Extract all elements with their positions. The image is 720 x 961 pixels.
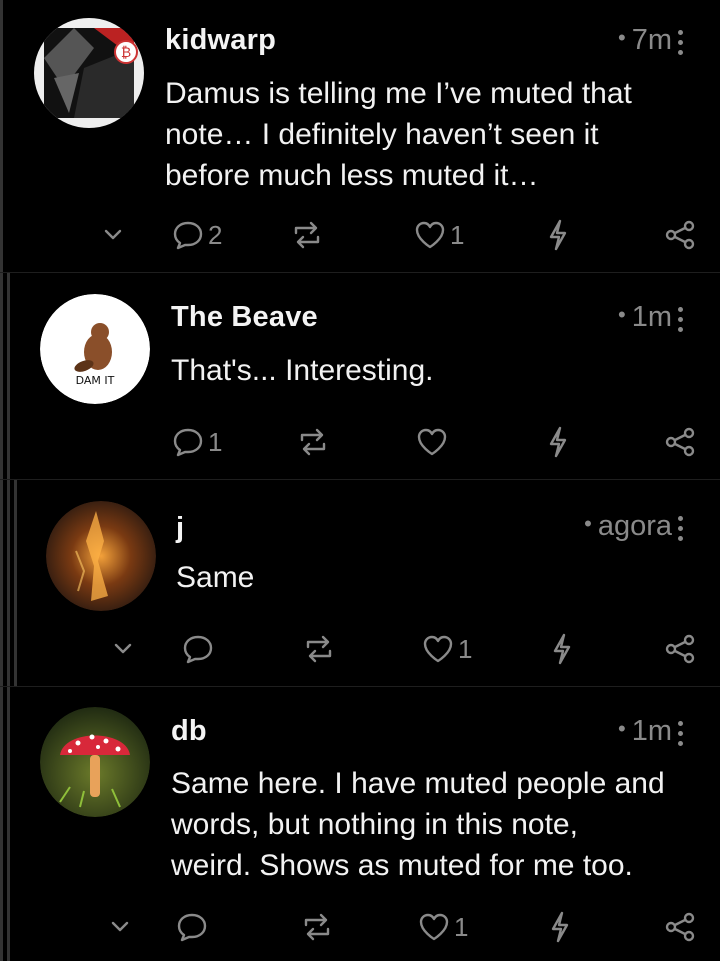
expand-chevron-icon[interactable] xyxy=(113,627,133,671)
content-line: words, but nothing in this note, xyxy=(171,808,578,841)
more-options-icon[interactable] xyxy=(678,30,684,58)
note-content: Same here. I have muted people and words… xyxy=(171,763,701,886)
heart-icon xyxy=(423,635,453,663)
reply-icon xyxy=(173,221,203,250)
share-icon xyxy=(665,220,695,250)
note-j[interactable]: j • agora Same 1 xyxy=(0,480,720,687)
share-icon xyxy=(665,634,695,664)
reply-button[interactable] xyxy=(182,627,218,671)
note-content: Same xyxy=(176,557,706,598)
abstract-avatar-with-bitcoin-badge-icon: ₿ xyxy=(34,18,144,128)
share-icon xyxy=(665,427,695,457)
reply-button[interactable] xyxy=(176,905,212,949)
author-name[interactable]: kidwarp xyxy=(165,24,276,57)
avatar[interactable]: DAM IT xyxy=(40,294,150,404)
action-bar: 1 xyxy=(0,905,720,949)
zap-icon xyxy=(553,633,571,665)
expand-chevron-icon[interactable] xyxy=(110,905,130,949)
more-options-icon[interactable] xyxy=(678,516,684,544)
expand-chevron-icon[interactable] xyxy=(103,213,123,257)
reply-count: 1 xyxy=(208,426,223,457)
zap-icon xyxy=(549,426,567,458)
more-options-icon[interactable] xyxy=(678,721,684,749)
author-name[interactable]: j xyxy=(176,512,184,545)
repost-icon xyxy=(304,913,330,941)
note-the-beave[interactable]: DAM IT The Beave • 1m That's... Interesti… xyxy=(0,273,720,480)
zap-button[interactable] xyxy=(548,905,572,949)
action-bar: 1 xyxy=(0,420,720,464)
author-name[interactable]: The Beave xyxy=(171,301,318,334)
reply-icon xyxy=(177,913,207,942)
action-bar: 1 xyxy=(0,627,720,671)
repost-button[interactable] xyxy=(302,627,336,671)
like-button[interactable]: 1 xyxy=(414,213,464,257)
time-label: 1m xyxy=(631,301,672,333)
author-name[interactable]: db xyxy=(171,715,207,748)
repost-button[interactable] xyxy=(290,213,324,257)
zap-button[interactable] xyxy=(546,213,570,257)
time-label: agora xyxy=(597,510,672,542)
action-bar: 2 1 xyxy=(0,213,720,257)
time-label: 7m xyxy=(631,24,672,56)
content-line: Same xyxy=(176,561,255,594)
content-line: weird. Shows as muted for me too. xyxy=(171,849,633,882)
avatar[interactable]: ₿ xyxy=(34,18,144,128)
repost-button[interactable] xyxy=(296,420,330,464)
like-count: 1 xyxy=(450,219,465,250)
timestamp: • 1m xyxy=(618,301,672,334)
separator-dot: • xyxy=(618,25,626,50)
note-db[interactable]: db • 1m Same here. I have muted people an… xyxy=(0,687,720,961)
content-line: before much less muted it… xyxy=(165,159,539,192)
note-content: That's... Interesting. xyxy=(171,350,701,391)
zap-icon xyxy=(551,911,569,943)
like-button[interactable] xyxy=(416,420,452,464)
avatar[interactable] xyxy=(46,501,156,611)
content-line: That's... Interesting. xyxy=(171,354,434,387)
beaver-logo-icon: DAM IT xyxy=(40,294,150,404)
like-count: 1 xyxy=(458,633,473,664)
svg-text:₿: ₿ xyxy=(121,45,131,61)
separator-dot: • xyxy=(584,511,592,536)
content-line: Same here. I have muted people and xyxy=(171,767,665,800)
zap-button[interactable] xyxy=(550,627,574,671)
zap-icon xyxy=(549,219,567,251)
note-content: Damus is telling me I’ve muted that note… xyxy=(165,73,695,196)
heart-icon xyxy=(417,428,447,456)
reply-icon xyxy=(173,428,203,457)
timestamp: • 7m xyxy=(618,24,672,57)
repost-icon xyxy=(306,635,332,663)
zap-button[interactable] xyxy=(546,420,570,464)
avatar[interactable] xyxy=(40,707,150,817)
logo-text: DAM IT xyxy=(76,374,115,387)
share-button[interactable] xyxy=(664,905,696,949)
content-line: Damus is telling me I’ve muted that xyxy=(165,77,632,110)
reply-icon xyxy=(183,635,213,664)
separator-dot: • xyxy=(618,302,626,327)
like-count: 1 xyxy=(454,911,469,942)
thread-feed: ₿ kidwarp • 7m Damus is telling me I’ve m… xyxy=(0,0,720,961)
repost-icon xyxy=(294,221,320,249)
timestamp: • 1m xyxy=(618,715,672,748)
heart-icon xyxy=(415,221,445,249)
reply-button[interactable]: 2 xyxy=(172,213,222,257)
fire-avatar-icon xyxy=(46,501,156,611)
timestamp: • agora xyxy=(584,510,672,543)
separator-dot: • xyxy=(618,716,626,741)
note-kidwarp[interactable]: ₿ kidwarp • 7m Damus is telling me I’ve m… xyxy=(0,0,720,273)
repost-icon xyxy=(300,428,326,456)
like-button[interactable]: 1 xyxy=(422,627,472,671)
share-icon xyxy=(665,912,695,942)
reply-button[interactable]: 1 xyxy=(172,420,222,464)
share-button[interactable] xyxy=(664,627,696,671)
like-button[interactable]: 1 xyxy=(418,905,468,949)
mushroom-avatar-icon xyxy=(40,707,150,817)
time-label: 1m xyxy=(631,715,672,747)
repost-button[interactable] xyxy=(300,905,334,949)
reply-count: 2 xyxy=(208,219,223,250)
heart-icon xyxy=(419,913,449,941)
share-button[interactable] xyxy=(664,213,696,257)
content-line: note… I definitely haven’t seen it xyxy=(165,118,599,151)
share-button[interactable] xyxy=(664,420,696,464)
more-options-icon[interactable] xyxy=(678,307,684,335)
